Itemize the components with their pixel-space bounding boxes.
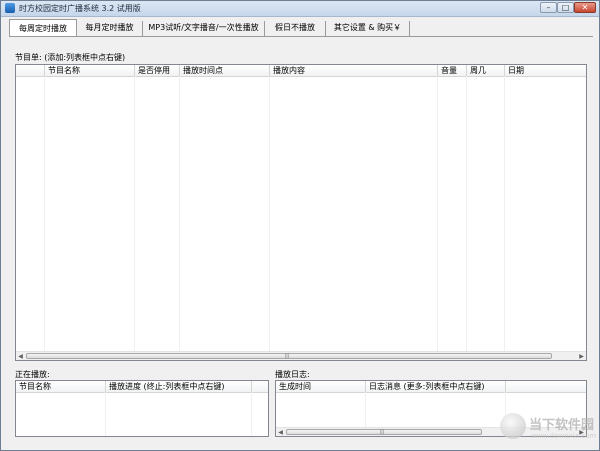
scrollbar-thumb[interactable]: |||	[286, 429, 482, 435]
column-divider	[365, 392, 366, 427]
watermark-text: 当下软件园	[529, 418, 595, 433]
scrollbar-grip-icon: |||	[284, 353, 290, 359]
program-list-label: 节目单: (添加:列表框中点右键)	[15, 53, 126, 62]
maximize-button[interactable]: □	[557, 2, 574, 13]
scroll-left-arrow-icon[interactable]: ◀	[276, 428, 285, 436]
column-divider	[504, 76, 505, 351]
table-header: 节目名称 是否停用 播放时间点 播放内容 音量 周几 日期	[16, 65, 586, 77]
horizontal-scrollbar[interactable]: ◀ ||| ▶	[16, 351, 586, 360]
column-header-progress[interactable]: 播放进度 (终止:列表框中点右键)	[106, 381, 252, 392]
column-header-content[interactable]: 播放内容	[270, 65, 438, 76]
play-log-label: 播放日志:	[275, 370, 310, 379]
scrollbar-thumb[interactable]: |||	[26, 353, 552, 359]
program-list-table[interactable]: 节目名称 是否停用 播放时间点 播放内容 音量 周几 日期 ◀ ||| ▶	[15, 64, 587, 361]
watermark: 当下软件园 www.downxia.com	[497, 408, 597, 446]
close-button[interactable]: ✕	[574, 2, 596, 13]
column-divider	[251, 392, 252, 436]
now-playing-label: 正在播放:	[15, 370, 50, 379]
window-title: 时方校园定时广播系统 3.2 试用版	[19, 4, 141, 13]
column-header-weekday[interactable]: 周几	[467, 65, 505, 76]
column-header-volume[interactable]: 音量	[438, 65, 467, 76]
column-header-blank[interactable]	[16, 65, 45, 76]
tab-settings-purchase[interactable]: 其它设置 & 购买￥	[326, 21, 410, 36]
column-divider	[269, 76, 270, 351]
column-header-program-name[interactable]: 节目名称	[16, 381, 106, 392]
scroll-left-arrow-icon[interactable]: ◀	[16, 352, 25, 360]
app-icon	[5, 3, 15, 13]
column-divider	[466, 76, 467, 351]
column-divider	[134, 76, 135, 351]
column-header-play-time[interactable]: 播放时间点	[180, 65, 270, 76]
column-divider	[44, 76, 45, 351]
column-header-disabled[interactable]: 是否停用	[135, 65, 180, 76]
scrollbar-grip-icon: |||	[379, 429, 385, 435]
table-header: 节目名称 播放进度 (终止:列表框中点右键)	[16, 381, 268, 393]
now-playing-table[interactable]: 节目名称 播放进度 (终止:列表框中点右键)	[15, 380, 269, 437]
tab-holidays[interactable]: 假日不播放	[265, 21, 326, 36]
minimize-button[interactable]: –	[540, 2, 557, 13]
column-header-program-name[interactable]: 节目名称	[45, 65, 135, 76]
table-header: 生成时间 日志消息 (更多:列表框中点右键)	[276, 381, 586, 393]
downxia-logo-icon	[500, 413, 526, 439]
column-header-date[interactable]: 日期	[505, 65, 586, 76]
tab-mp3-preview[interactable]: MP3试听/文字播音/一次性播放	[143, 21, 265, 36]
column-divider	[179, 76, 180, 351]
tab-weekly[interactable]: 每周定时播放	[9, 19, 77, 37]
watermark-url: www.downxia.com	[531, 432, 597, 440]
column-header-time[interactable]: 生成时间	[276, 381, 366, 392]
tab-monthly[interactable]: 每月定时播放	[77, 21, 143, 36]
app-window: 时方校园定时广播系统 3.2 试用版 – □ ✕ 每周定时播放 每月定时播放 M…	[0, 0, 600, 451]
title-bar[interactable]: 时方校园定时广播系统 3.2 试用版 – □ ✕	[1, 1, 599, 17]
tab-divider	[9, 36, 593, 37]
column-divider	[437, 76, 438, 351]
column-divider	[105, 392, 106, 436]
scroll-right-arrow-icon[interactable]: ▶	[577, 352, 586, 360]
column-header-log-message[interactable]: 日志消息 (更多:列表框中点右键)	[366, 381, 506, 392]
